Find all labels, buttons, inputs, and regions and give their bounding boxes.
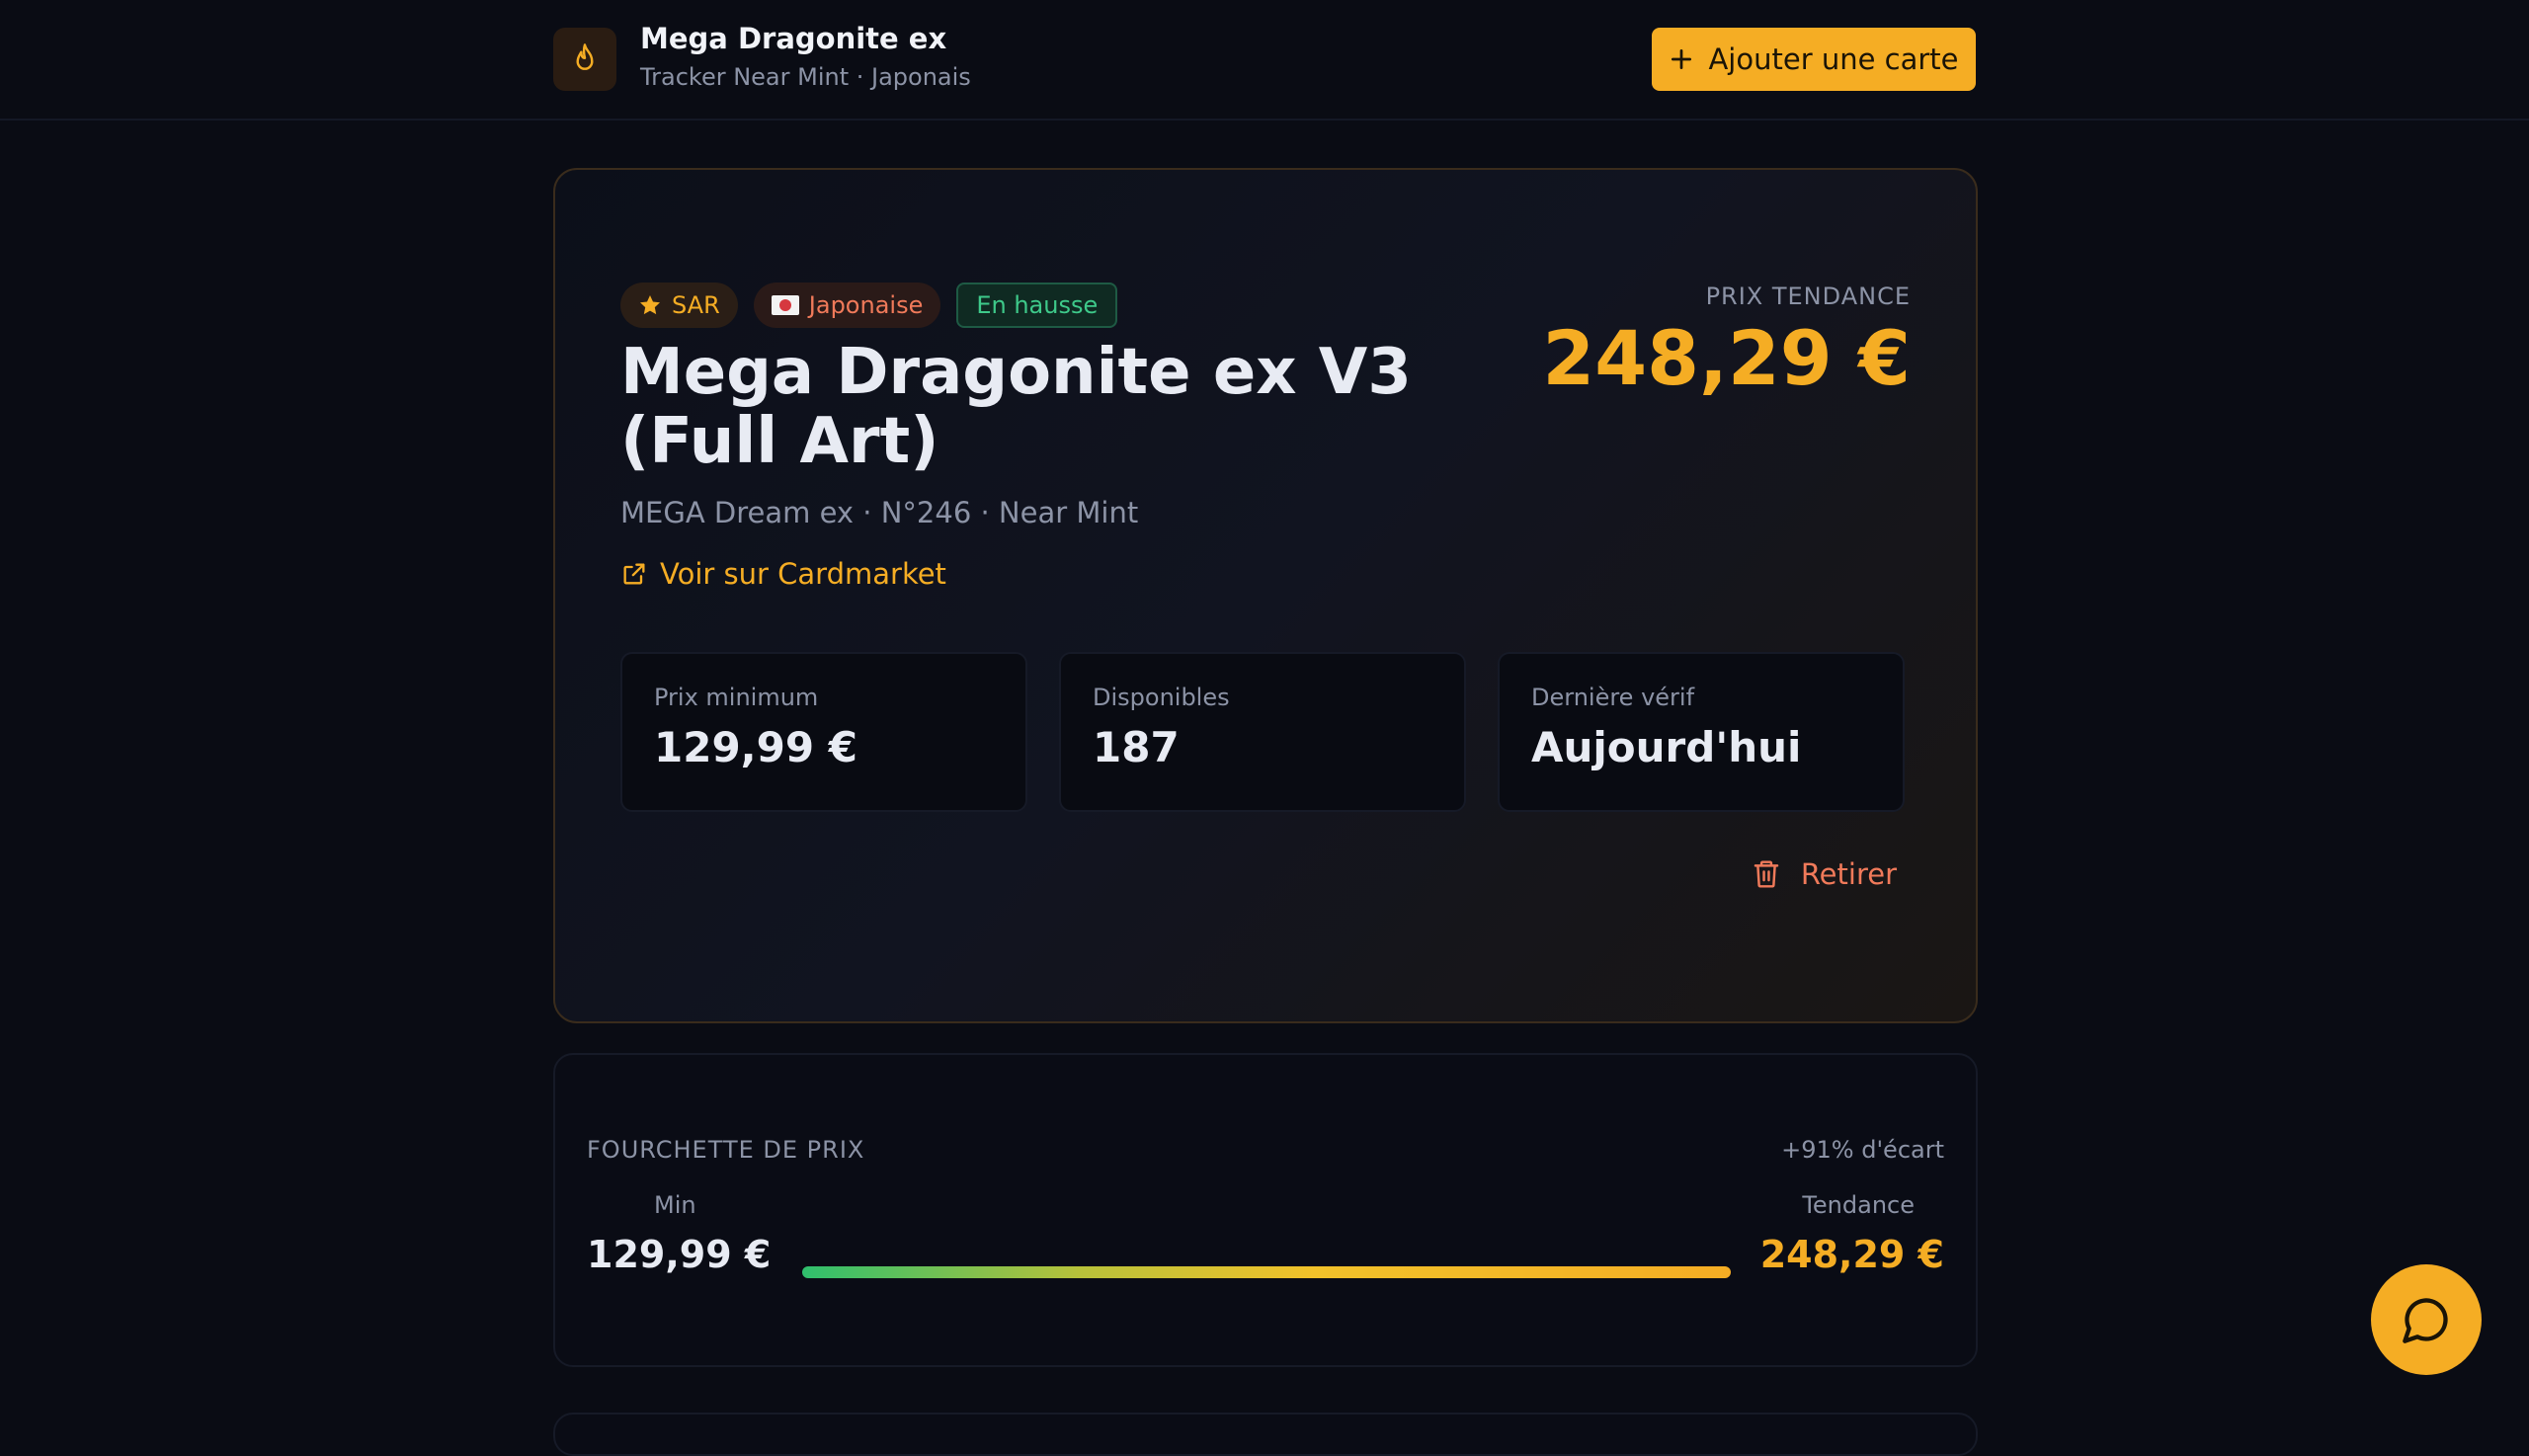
cardmarket-link[interactable]: Voir sur Cardmarket — [620, 557, 946, 591]
next-panel — [553, 1413, 1978, 1456]
chat-bubble-icon — [2403, 1298, 2448, 1343]
range-max-label: Tendance — [1802, 1191, 1915, 1219]
stat-value: 129,99 € — [654, 723, 857, 771]
rarity-badge: SAR — [620, 283, 738, 328]
stat-label: Disponibles — [1093, 684, 1230, 711]
price-range-panel: FOURCHETTE DE PRIX +91% d'écart Min 129,… — [553, 1053, 1978, 1367]
plus-icon — [1672, 48, 1692, 70]
badge-row: SAR Japonaise En hausse — [620, 283, 1118, 328]
price-spread: +91% d'écart — [1781, 1136, 1944, 1164]
stat-label: Dernière vérif — [1531, 684, 1695, 711]
stat-value: 187 — [1093, 723, 1180, 771]
rarity-label: SAR — [672, 291, 720, 319]
stat-label: Prix minimum — [654, 684, 819, 711]
card-meta: MEGA Dream ex · N°246 · Near Mint — [620, 496, 1139, 529]
language-label: Japonaise — [808, 291, 924, 319]
japan-flag-icon — [771, 295, 799, 315]
stats-row: Prix minimum 129,99 € Disponibles 187 De… — [620, 652, 1905, 812]
card-title: Mega Dragonite ex V3 (Full Art) — [620, 336, 1412, 478]
price-range-title: FOURCHETTE DE PRIX — [587, 1136, 865, 1164]
add-card-button[interactable]: Ajouter une carte — [1652, 28, 1976, 91]
app-title: Mega Dragonite ex — [640, 22, 947, 55]
trend-price: 248,29 € — [1542, 314, 1911, 402]
range-max-value: 248,29 € — [1759, 1233, 1944, 1276]
trend-badge: En hausse — [956, 283, 1118, 328]
add-card-label: Ajouter une carte — [1708, 42, 1959, 76]
card-detail-panel: SAR Japonaise En hausse Mega Dragonite e… — [553, 168, 1978, 1023]
stat-value: Aujourd'hui — [1531, 723, 1802, 771]
remove-label: Retirer — [1800, 857, 1897, 891]
trend-badge-label: En hausse — [976, 291, 1099, 319]
app-logo — [553, 28, 616, 91]
cardmarket-link-label: Voir sur Cardmarket — [660, 557, 946, 591]
stat-available: Disponibles 187 — [1059, 652, 1466, 812]
flame-icon — [576, 43, 594, 70]
stat-min-price: Prix minimum 129,99 € — [620, 652, 1027, 812]
remove-button[interactable]: Retirer — [1752, 857, 1897, 891]
trend-price-label: PRIX TENDANCE — [1705, 283, 1911, 310]
stat-last-check: Dernière vérif Aujourd'hui — [1498, 652, 1905, 812]
app-subtitle: Tracker Near Mint · Japonais — [640, 63, 971, 91]
external-link-icon — [623, 563, 645, 585]
range-min-label: Min — [654, 1191, 696, 1219]
range-min-value: 129,99 € — [587, 1233, 772, 1276]
app-header: Mega Dragonite ex Tracker Near Mint · Ja… — [0, 0, 2529, 121]
trash-icon — [1754, 860, 1779, 888]
star-icon — [640, 295, 660, 315]
chat-button[interactable] — [2371, 1264, 2482, 1375]
price-range-bar — [802, 1266, 1731, 1278]
language-badge: Japonaise — [753, 283, 941, 328]
